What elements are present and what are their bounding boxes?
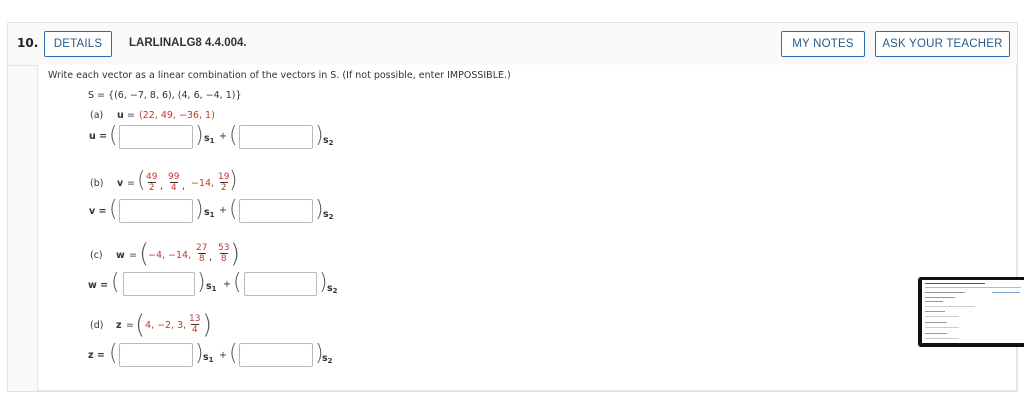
part-d-answer-label: z = <box>88 350 105 361</box>
plus-sign: + <box>223 279 231 290</box>
s2-label: s2 <box>323 135 334 147</box>
fraction: 49 2 <box>146 172 158 193</box>
part-a-label: (a) <box>90 110 104 121</box>
close-paren: ) <box>202 310 213 340</box>
my-notes-button[interactable]: MY NOTES <box>781 31 865 57</box>
page-thumbnail-preview[interactable] <box>918 277 1024 347</box>
close-paren: ) <box>195 123 204 148</box>
open-paren: ( <box>109 197 118 222</box>
coef-c2-input[interactable] <box>244 272 317 296</box>
comma: , <box>160 181 164 192</box>
part-d-vector-name: z <box>116 320 122 331</box>
part-c-vector-name: w <box>116 250 125 261</box>
s1-label: s1 <box>204 207 215 219</box>
part-c-answer-label: w = <box>88 280 109 291</box>
part-c-label: (c) <box>90 250 103 261</box>
coef-b2-input[interactable] <box>239 199 313 223</box>
plus-sign: + <box>219 350 227 361</box>
coef-c1-input[interactable] <box>123 272 195 296</box>
open-paren: ( <box>111 270 120 295</box>
s2-label: s2 <box>322 353 333 365</box>
comma: , <box>209 252 213 263</box>
ask-teacher-button[interactable]: ASK YOUR TEACHER <box>875 31 1010 57</box>
coef-d1-input[interactable] <box>119 343 193 367</box>
s2-label: s2 <box>323 209 334 221</box>
question-header: 10. DETAILS LARLINALG8 4.4.004. MY NOTES… <box>8 23 1017 66</box>
part-a-vector-name: u <box>117 110 124 121</box>
comma: , <box>182 181 186 192</box>
s1-label: s1 <box>204 133 215 145</box>
plus-sign: + <box>219 205 227 216</box>
open-paren: ( <box>109 341 118 366</box>
part-b-label: (b) <box>90 178 104 189</box>
part-d-eq: = <box>126 320 134 331</box>
part-a-vector-value: (22, 49, −36, 1) <box>139 110 215 121</box>
close-paren: ) <box>197 270 206 295</box>
coef-a2-input[interactable] <box>239 125 313 149</box>
plus-sign: + <box>219 131 227 142</box>
open-paren: ( <box>135 310 146 340</box>
part-a-eq: = <box>127 110 135 121</box>
open-paren: ( <box>229 341 238 366</box>
fraction: 53 8 <box>218 243 230 264</box>
s1-label: s1 <box>203 352 214 364</box>
open-paren: ( <box>233 270 242 295</box>
set-definition: S = {(6, −7, 8, 6), (4, 6, −4, 1)} <box>88 90 242 101</box>
close-paren: ) <box>230 239 241 269</box>
fraction: 27 8 <box>196 243 208 264</box>
part-c-eq: = <box>129 250 137 261</box>
details-button[interactable]: DETAILS <box>44 31 112 57</box>
part-d-label: (d) <box>90 320 104 331</box>
part-b-vector-name: v <box>117 178 124 189</box>
question-number: 10. <box>17 36 39 50</box>
part-b-answer-label: v = <box>89 206 107 217</box>
problem-id: LARLINALG8 4.4.004. <box>129 37 247 49</box>
instruction-text: Write each vector as a linear combinatio… <box>48 70 511 81</box>
part-d-prefix-value: 4, −2, 3, <box>145 320 187 331</box>
coef-b1-input[interactable] <box>119 199 193 223</box>
thumbnail-screen <box>922 280 1024 343</box>
s2-label: s2 <box>327 283 338 295</box>
close-paren: ) <box>195 197 204 222</box>
part-c-prefix-value: −4, −14, <box>148 250 192 261</box>
fraction: 13 4 <box>189 314 201 335</box>
coef-d2-input[interactable] <box>239 343 313 367</box>
open-paren: ( <box>229 123 238 148</box>
s1-label: s1 <box>206 281 217 293</box>
part-a-answer-label: u = <box>89 131 108 142</box>
fraction: 99 4 <box>168 172 180 193</box>
open-paren: ( <box>109 123 118 148</box>
part-b-mid-value: −14, <box>191 178 215 189</box>
part-b-eq: = <box>127 178 135 189</box>
close-paren: ) <box>229 168 238 193</box>
open-paren: ( <box>229 197 238 222</box>
coef-a1-input[interactable] <box>119 125 193 149</box>
